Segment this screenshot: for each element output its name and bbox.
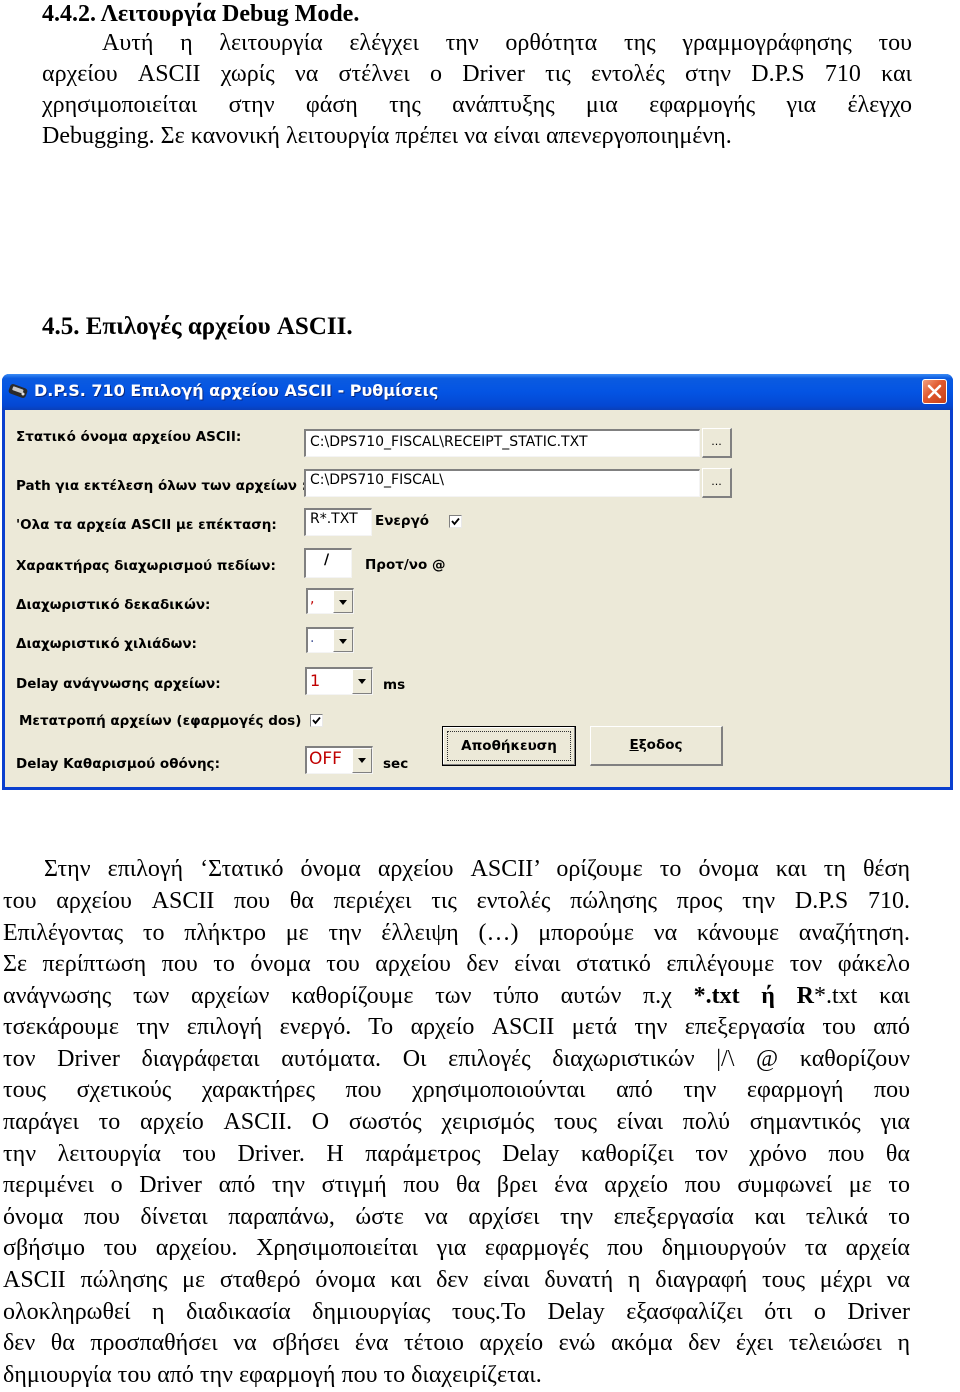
paragraph-line: τον Driver διαγράφεται αυτόματα. Οι επιλ… xyxy=(3,1046,910,1072)
decimal-separator-value: , xyxy=(310,591,315,607)
active-label: Ενεργό xyxy=(375,513,430,529)
paragraph-line: χρησιμοποιείται στην φάση της ανάπτυξης … xyxy=(42,92,912,118)
paragraph-line: περιμένει ο Driver από την στιγμή που θα… xyxy=(3,1172,910,1198)
window-title: D.P.S. 710 Επιλογή αρχείου ASCII - Ρυθμί… xyxy=(34,381,439,400)
decimal-separator-label: Διαχωριστικό δεκαδικών: xyxy=(16,597,211,613)
section-heading-442: 4.4.2. Λειτουργία Debug Mode. xyxy=(42,1,360,27)
title-bar[interactable]: D.P.S. 710 Επιλογή αρχείου ASCII - Ρυθμί… xyxy=(2,374,953,410)
default-separator-label: Προτ/νο @ xyxy=(365,557,446,573)
chevron-down-icon[interactable] xyxy=(333,629,353,652)
read-delay-value: 1 xyxy=(310,671,321,690)
paragraph-line: Σε περίπτωση που το όνομα του αρχείου δε… xyxy=(3,951,910,977)
close-icon xyxy=(927,384,942,399)
screen-clear-delay-label: Delay Καθαρισμού οθόνης: xyxy=(16,756,220,772)
decimal-separator-combo[interactable]: , xyxy=(306,588,354,614)
extension-input[interactable]: R*.TXT xyxy=(304,508,372,536)
save-button[interactable]: Αποθήκευση xyxy=(442,726,576,766)
exec-path-input[interactable]: C:\DPS710_FISCAL\ xyxy=(304,469,700,497)
chevron-down-icon[interactable] xyxy=(352,669,372,694)
browse-exec-path-button[interactable]: ... xyxy=(702,468,732,498)
screen-clear-delay-unit: sec xyxy=(383,756,409,772)
paragraph-line: του αρχείου ASCII που θα περιέχει τις εν… xyxy=(3,888,910,914)
thousands-separator-label: Διαχωριστικό χιλιάδων: xyxy=(16,636,197,652)
checkmark-icon xyxy=(451,517,460,526)
settings-dialog: D.P.S. 710 Επιλογή αρχείου ASCII - Ρυθμί… xyxy=(2,374,953,790)
close-button[interactable] xyxy=(922,379,947,404)
paragraph-line: τους σχετικούς χαρακτήρες που χρησιμοποι… xyxy=(3,1077,910,1103)
exit-button[interactable]: Εξοδος xyxy=(590,726,723,766)
paragraph-line: Στην επιλογή ‘Στατικό όνομα αρχείου ASCI… xyxy=(44,856,910,882)
text-run: ανάγνωσης των αρχείων καθορίζουμε των τύ… xyxy=(3,983,694,1009)
paragraph-line-mixed: ανάγνωσης των αρχείων καθορίζουμε των τύ… xyxy=(3,981,910,1013)
text-run: *.txt και xyxy=(814,983,910,1009)
convert-files-checkbox[interactable] xyxy=(310,714,323,727)
read-delay-label: Delay ανάγνωσης αρχείων: xyxy=(16,676,221,692)
paragraph-line: τσεκάρουμε την επιλογή ενεργό. Το αρχείο… xyxy=(3,1014,910,1040)
thousands-separator-value: . xyxy=(310,630,315,646)
screen-clear-delay-combo[interactable]: OFF xyxy=(305,746,373,774)
paragraph-line: δεν θα προσπαθήσει να σβήσει ένα τέτοιο … xyxy=(3,1330,910,1356)
active-checkbox[interactable] xyxy=(449,515,462,528)
app-printer-icon xyxy=(8,382,30,400)
extension-label: 'Ολα τα αρχεία ASCII με επέκταση: xyxy=(16,517,277,533)
chevron-down-icon[interactable] xyxy=(333,590,353,613)
paragraph-line: ολοκληρωθεί η διαδικασία δημιουργίας του… xyxy=(3,1299,910,1325)
paragraph-line: την λειτουργία του Driver. Η παράμετρος … xyxy=(3,1141,910,1167)
field-separator-label: Χαρακτήρας διαχωρισμού πεδίων: xyxy=(16,558,276,574)
browse-static-filename-button[interactable]: ... xyxy=(702,428,732,458)
paragraph-line: ASCII πώλησης με σταθερό όνομα και δεν ε… xyxy=(3,1267,910,1293)
field-separator-input[interactable]: / xyxy=(304,548,352,578)
field-separator-value: / xyxy=(324,552,330,568)
exec-path-label: Path για εκτέλεση όλων των αρχείων : xyxy=(16,478,308,494)
focus-rectangle xyxy=(447,731,571,761)
read-delay-unit: ms xyxy=(383,677,406,693)
read-delay-combo[interactable]: 1 xyxy=(305,667,373,695)
exit-mnemonic: Ε xyxy=(629,737,639,753)
paragraph-line: Επιλέγοντας το πλήκτρο με την έλλειψη (…… xyxy=(3,920,910,946)
exec-path-value: C:\DPS710_FISCAL\ xyxy=(310,472,444,488)
static-filename-label: Στατικό όνομα αρχείου ASCII: xyxy=(16,429,242,445)
static-filename-value: C:\DPS710_FISCAL\RECEIPT_STATIC.TXT xyxy=(310,434,588,450)
paragraph-line: δημιουργία του από την εφαρμογή που το δ… xyxy=(3,1362,542,1388)
paragraph-line: σβήσιμο του αρχείου. Χρησιμοποιείται για… xyxy=(3,1235,910,1261)
paragraph-line: Debugging. Σε κανονική λειτουργία πρέπει… xyxy=(42,123,732,149)
screen-clear-delay-value: OFF xyxy=(309,749,342,769)
paragraph-line: αρχείου ASCII χωρίς να στέλνει ο Driver … xyxy=(42,61,912,87)
checkmark-icon xyxy=(312,716,321,725)
chevron-down-icon[interactable] xyxy=(352,748,372,773)
thousands-separator-combo[interactable]: . xyxy=(306,627,354,653)
bold-text-run: *.txt ή R xyxy=(693,983,815,1009)
static-filename-input[interactable]: C:\DPS710_FISCAL\RECEIPT_STATIC.TXT xyxy=(304,429,700,457)
paragraph-line: παράγει το αρχείο ASCII. Ο σωστός χειρισ… xyxy=(3,1109,910,1135)
paragraph-line: όνομα που δίνεται παραπάνω, ώστε να αρχί… xyxy=(3,1204,910,1230)
extension-value: R*.TXT xyxy=(310,511,358,527)
section-heading-45: 4.5. Επιλογές αρχείου ASCII. xyxy=(42,313,353,340)
convert-files-label: Μετατροπή αρχείων (εφαρμογές dos) xyxy=(19,713,302,729)
paragraph-line: Αυτή η λειτουργία ελέγχει την ορθότητα τ… xyxy=(102,30,912,56)
exit-button-label: ξοδος xyxy=(638,737,683,753)
